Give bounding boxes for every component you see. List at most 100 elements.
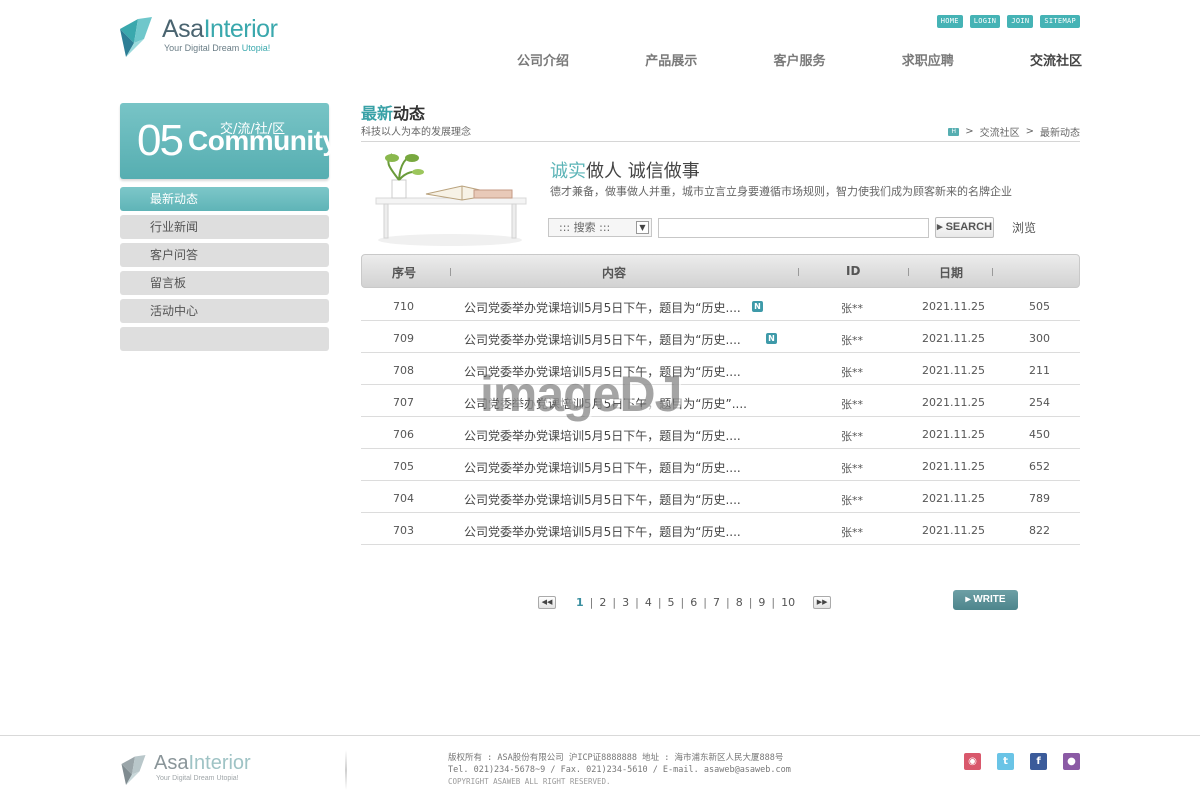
nav-service[interactable]: 客户服务 bbox=[773, 50, 825, 69]
row-title-link[interactable]: 公司党委举办党课培训5月5日下午，题目为“历史.... bbox=[464, 523, 741, 540]
join-link[interactable]: JOIN bbox=[1007, 15, 1034, 28]
page-link[interactable]: 1 bbox=[570, 596, 590, 609]
table-row[interactable]: 707 公司党委举办党课培训5月5日下午，题目为“历史”.... 张** 202… bbox=[361, 385, 1080, 417]
section-banner: 05 交/流/社/区 Community bbox=[120, 103, 338, 179]
page-title: 最新动态 bbox=[361, 104, 426, 123]
sidebar-item-events[interactable]: 活动中心 bbox=[120, 299, 329, 323]
column-divider bbox=[798, 268, 799, 276]
search-input[interactable] bbox=[658, 218, 929, 238]
footer-brand: AsaInterior bbox=[154, 752, 251, 774]
row-views: 450 bbox=[1029, 428, 1050, 441]
page-link[interactable]: 5 bbox=[662, 596, 681, 609]
weibo-icon[interactable]: ◉ bbox=[964, 753, 981, 770]
search-category-select[interactable]: ::: 搜索 ::: ▼ bbox=[548, 218, 652, 237]
nav-company[interactable]: 公司介绍 bbox=[517, 50, 569, 69]
page-link[interactable]: 6 bbox=[684, 596, 703, 609]
section-number: 05 bbox=[137, 116, 184, 165]
footer-copyright-line: 版权所有 : ASA股份有限公司 沪ICP证8888888 地址 : 海市浦东新… bbox=[448, 753, 784, 763]
logo-mark-icon bbox=[120, 17, 152, 57]
col-date: 日期 bbox=[939, 266, 964, 280]
sidebar-item-industry-news[interactable]: 行业新闻 bbox=[120, 215, 329, 239]
row-number: 709 bbox=[393, 332, 414, 345]
new-badge: N bbox=[766, 333, 777, 344]
row-author: 张** bbox=[841, 366, 863, 379]
nav-products[interactable]: 产品展示 bbox=[645, 50, 697, 69]
chat-icon[interactable]: ● bbox=[1063, 753, 1080, 770]
column-divider bbox=[908, 268, 909, 276]
home-link[interactable]: HOME bbox=[936, 15, 963, 28]
table-row[interactable]: 706 公司党委举办党课培训5月5日下午，题目为“历史.... 张** 2021… bbox=[361, 417, 1080, 449]
row-date: 2021.11.25 bbox=[922, 364, 985, 377]
nav-jobs[interactable]: 求职应聘 bbox=[902, 50, 954, 69]
sidebar-item-guestbook[interactable]: 留言板 bbox=[120, 271, 329, 295]
write-button[interactable]: ▸ WRITE bbox=[953, 590, 1018, 610]
row-author: 张** bbox=[841, 526, 863, 539]
row-author: 张** bbox=[841, 494, 863, 507]
table-row[interactable]: 709 公司党委举办党课培训5月5日下午，题目为“历史.... N 张** 20… bbox=[361, 321, 1080, 353]
section-en-title: Community bbox=[188, 125, 338, 156]
facebook-icon[interactable]: f bbox=[1030, 753, 1047, 770]
footer-tagline: Your Digital Dream Utopia! bbox=[156, 775, 239, 782]
page-subtitle: 科技以人为本的发展理念 bbox=[361, 127, 471, 138]
page-link[interactable]: 4 bbox=[639, 596, 658, 609]
login-link[interactable]: LOGIN bbox=[969, 15, 1001, 28]
row-date: 2021.11.25 bbox=[922, 300, 985, 313]
table-row[interactable]: 703 公司党委举办党课培训5月5日下午，题目为“历史.... 张** 2021… bbox=[361, 513, 1080, 545]
row-date: 2021.11.25 bbox=[922, 492, 985, 505]
main-nav: 公司介绍 产品展示 客户服务 求职应聘 交流社区 bbox=[517, 50, 1082, 69]
footer-contact-line: Tel. 021)234-5678~9 / Fax. 021)234-5610 … bbox=[448, 765, 791, 775]
row-title-link[interactable]: 公司党委举办党课培训5月5日下午，题目为“历史.... bbox=[464, 427, 741, 444]
watermark: imageDJ bbox=[480, 366, 682, 422]
breadcrumb: H > 交流社区 > 最新动态 bbox=[948, 124, 1080, 139]
row-views: 300 bbox=[1029, 332, 1050, 345]
row-number: 710 bbox=[393, 300, 414, 313]
row-date: 2021.11.25 bbox=[922, 396, 985, 409]
table-row[interactable]: 704 公司党委举办党课培训5月5日下午，题目为“历史.... 张** 2021… bbox=[361, 481, 1080, 513]
table-row[interactable]: 705 公司党委举办党课培训5月5日下午，题目为“历史.... 张** 2021… bbox=[361, 449, 1080, 481]
promo-headline: 诚实做人 诚信做事 bbox=[550, 161, 700, 182]
logo-tagline: Your Digital Dream Utopia! bbox=[164, 43, 271, 53]
sidebar-item-latest[interactable]: 最新动态 bbox=[120, 187, 329, 211]
page-link[interactable]: 2 bbox=[593, 596, 612, 609]
page-link[interactable]: 7 bbox=[707, 596, 726, 609]
breadcrumb-item[interactable]: 交流社区 bbox=[980, 124, 1020, 139]
search-button[interactable]: ▸ SEARCH bbox=[935, 217, 994, 238]
table-row[interactable]: 708 公司党委举办党课培训5月5日下午，题目为“历史.... 张** 2021… bbox=[361, 353, 1080, 385]
row-number: 707 bbox=[393, 396, 414, 409]
col-number: 序号 bbox=[392, 266, 417, 280]
column-divider bbox=[992, 268, 993, 276]
row-author: 张** bbox=[841, 302, 863, 315]
col-content: 内容 bbox=[602, 266, 627, 280]
footer-logo-mark-icon bbox=[121, 755, 146, 785]
row-author: 张** bbox=[841, 398, 863, 411]
row-author: 张** bbox=[841, 334, 863, 347]
logo[interactable]: AsaInterior Your Digital Dream Utopia! bbox=[118, 13, 288, 63]
browse-link[interactable]: 浏览 bbox=[1012, 219, 1036, 236]
sitemap-link[interactable]: SITEMAP bbox=[1040, 15, 1080, 28]
home-icon[interactable]: H bbox=[948, 127, 960, 136]
row-title-link[interactable]: 公司党委举办党课培训5月5日下午，题目为“历史.... bbox=[464, 299, 741, 316]
page-link[interactable]: 10 bbox=[775, 596, 801, 609]
row-date: 2021.11.25 bbox=[922, 428, 985, 441]
footer-logo: AsaInterior Your Digital Dream Utopia! bbox=[120, 752, 320, 792]
row-number: 704 bbox=[393, 492, 414, 505]
row-views: 789 bbox=[1029, 492, 1050, 505]
row-title-link[interactable]: 公司党委举办党课培训5月5日下午，题目为“历史.... bbox=[464, 331, 741, 348]
twitter-icon[interactable]: t bbox=[997, 753, 1014, 770]
row-title-link[interactable]: 公司党委举办党课培训5月5日下午，题目为“历史.... bbox=[464, 491, 741, 508]
page-link[interactable]: 3 bbox=[616, 596, 635, 609]
table-row[interactable]: 710 公司党委举办党课培训5月5日下午，题目为“历史.... N 张** 20… bbox=[361, 289, 1080, 321]
page-link[interactable]: 8 bbox=[730, 596, 749, 609]
sidebar-item-qa[interactable]: 客户问答 bbox=[120, 243, 329, 267]
next-page-icon[interactable]: ▶▶ bbox=[813, 596, 832, 609]
prev-page-icon[interactable]: ◀◀ bbox=[538, 596, 556, 609]
row-title-link[interactable]: 公司党委举办党课培训5月5日下午，题目为“历史.... bbox=[464, 459, 741, 476]
row-number: 705 bbox=[393, 460, 414, 473]
page-link[interactable]: 9 bbox=[752, 596, 771, 609]
social-links: ◉ t f ● bbox=[964, 753, 1080, 770]
breadcrumb-item[interactable]: 最新动态 bbox=[1040, 124, 1080, 139]
row-author: 张** bbox=[841, 430, 863, 443]
sidebar-item-empty[interactable] bbox=[120, 327, 329, 351]
nav-community[interactable]: 交流社区 bbox=[1030, 50, 1082, 69]
row-number: 703 bbox=[393, 524, 414, 537]
